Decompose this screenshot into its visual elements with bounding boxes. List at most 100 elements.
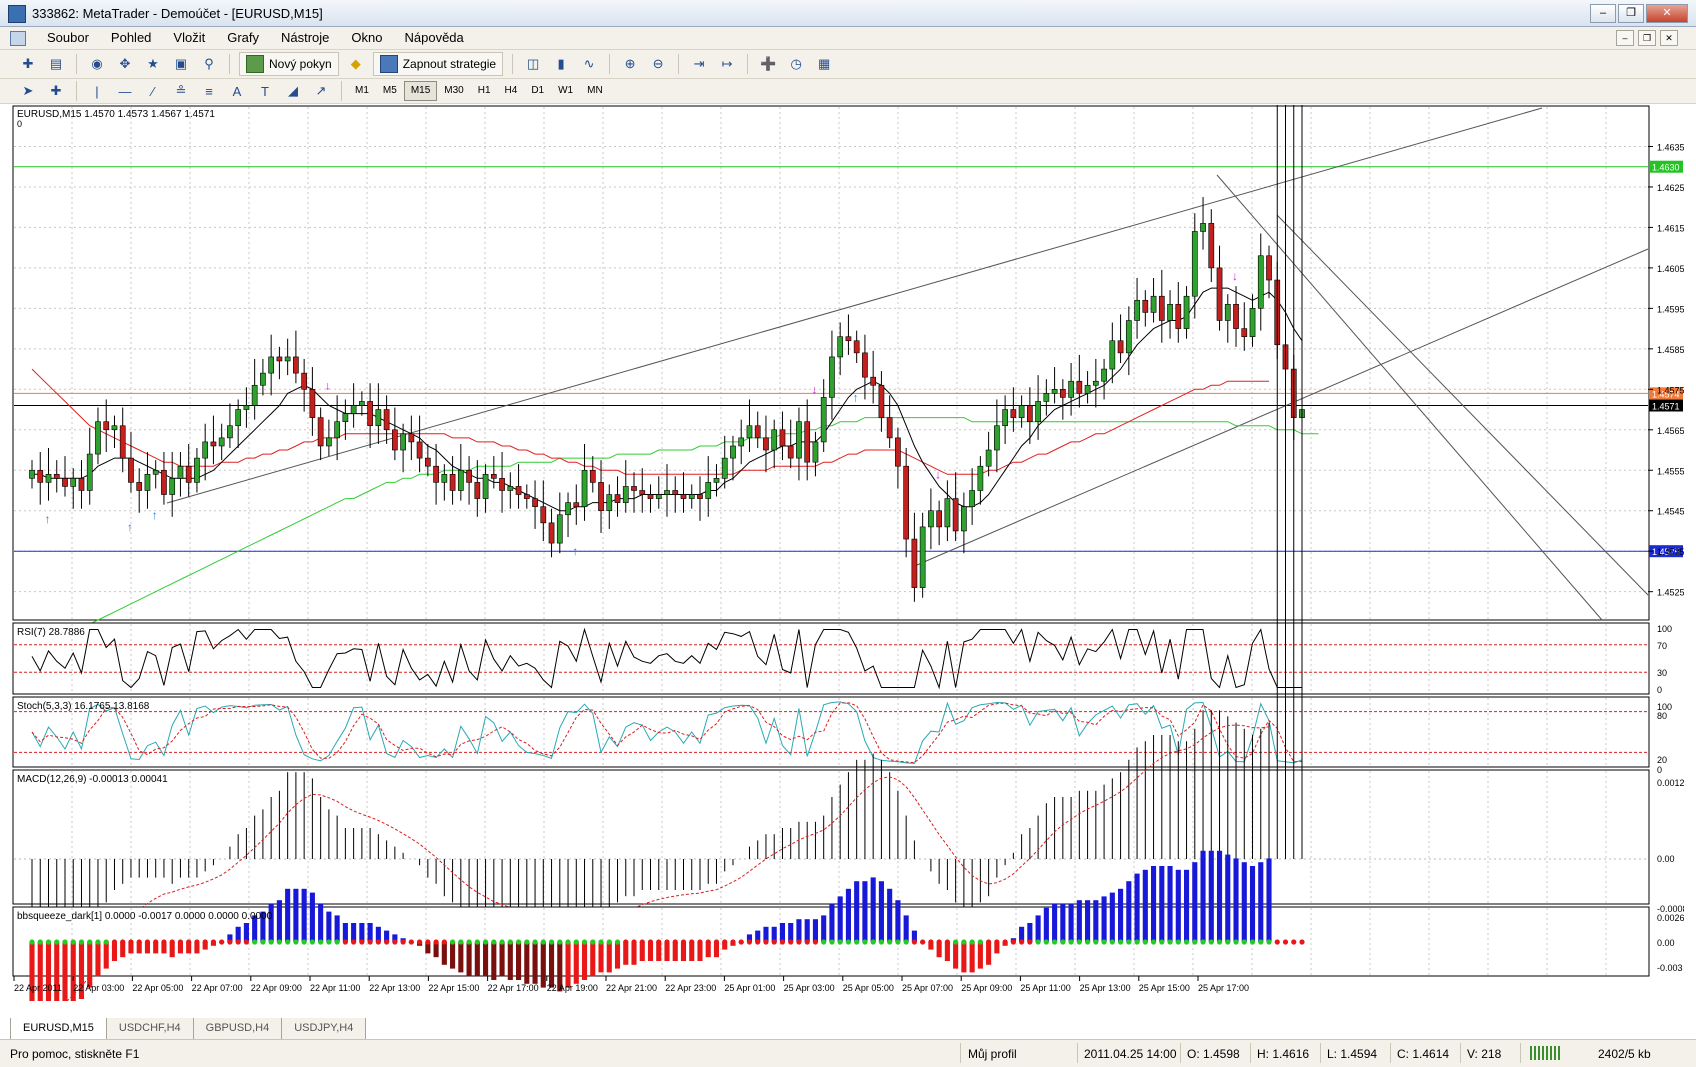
templates-icon[interactable]: ▦ xyxy=(813,53,835,75)
stochastic-panel[interactable]: Stoch(5,3,3) 16.1765 13.8168 100 80 20 0 xyxy=(12,696,1672,775)
squeeze-dot xyxy=(367,939,373,945)
gann-fan-icon[interactable]: ◢ xyxy=(282,80,304,102)
bear-candle xyxy=(754,425,761,439)
zoom-out-icon[interactable]: ⊖ xyxy=(647,53,669,75)
bull-candle xyxy=(29,469,35,479)
data-window-icon[interactable]: ★ xyxy=(142,53,164,75)
navigator-icon[interactable]: ✥ xyxy=(114,53,136,75)
equidistant-channel-icon[interactable]: ≗ xyxy=(170,80,192,102)
squeeze-bar-positive xyxy=(1192,862,1198,942)
menu-file[interactable]: Soubor xyxy=(36,30,100,46)
squeeze-dot xyxy=(227,939,233,945)
vertical-line-icon[interactable]: | xyxy=(86,80,108,102)
chart-close-button[interactable]: ✕ xyxy=(1660,30,1678,46)
squeeze-dot xyxy=(903,939,909,945)
tab-usdchf-h4[interactable]: USDCHF,H4 xyxy=(105,1018,194,1040)
bear-candle xyxy=(540,506,547,524)
bull-candle xyxy=(721,457,728,479)
squeeze-dot xyxy=(738,939,744,945)
price-tick-label: 1.4615 xyxy=(1657,223,1684,233)
indicators-icon[interactable]: ➕ xyxy=(757,53,779,75)
bull-candle xyxy=(177,465,184,479)
cursor-icon[interactable]: ➤ xyxy=(17,80,39,102)
expert-advisors-button[interactable]: Zapnout strategie xyxy=(372,52,504,76)
rsi-panel[interactable]: RSI(7) 28.7886 100 70 30 0 xyxy=(12,622,1672,695)
new-order-button[interactable]: Nový pokyn xyxy=(239,52,339,76)
periods-clock-icon[interactable]: ◷ xyxy=(785,53,807,75)
squeeze-dot xyxy=(351,939,357,945)
bar-chart-icon[interactable]: ◫ xyxy=(522,53,544,75)
minimize-button[interactable]: – xyxy=(1590,4,1616,23)
zoom-in-icon[interactable]: ⊕ xyxy=(619,53,641,75)
rsi-level-70: 70 xyxy=(1657,641,1667,651)
timeframe-m30[interactable]: M30 xyxy=(437,81,470,101)
squeeze-bar-negative xyxy=(62,942,68,1015)
line-chart-icon[interactable]: ∿ xyxy=(578,53,600,75)
tab-eurusd-m15[interactable]: EURUSD,M15 xyxy=(10,1018,107,1040)
time-tick-label: 22 Apr 11:00 xyxy=(310,983,360,993)
new-order-icon xyxy=(246,55,264,73)
price-panel[interactable]: 1.46301.45741.45711.4535 ↑↑↓↑↑↓↑↑↓↓ 1.46… xyxy=(12,105,1685,653)
squeeze-bar-positive xyxy=(804,919,810,942)
menu-tools[interactable]: Nástroje xyxy=(270,30,340,46)
menu-insert[interactable]: Vložit xyxy=(162,30,216,46)
price-tick-label: 1.4565 xyxy=(1657,426,1684,436)
squeeze-dot xyxy=(202,939,208,945)
squeeze-bar-positive xyxy=(788,923,794,942)
menu-window[interactable]: Okno xyxy=(340,30,393,46)
timeframe-m15[interactable]: M15 xyxy=(403,81,438,101)
new-chart-icon[interactable]: ✚ xyxy=(17,53,39,75)
squeeze-dot xyxy=(252,939,258,945)
menu-help[interactable]: Nápověda xyxy=(394,30,475,46)
timeframe-m5[interactable]: M5 xyxy=(376,81,404,101)
bear-candle xyxy=(161,469,167,495)
text-icon[interactable]: A xyxy=(226,80,248,102)
menu-charts[interactable]: Grafy xyxy=(216,30,270,46)
squeeze-dot xyxy=(614,939,621,945)
squeeze-dot xyxy=(1134,939,1140,945)
candlestick-chart-icon[interactable]: ▮ xyxy=(550,53,572,75)
bull-candle xyxy=(622,486,629,503)
chart-window-icon[interactable] xyxy=(10,31,26,46)
market-watch-icon[interactable]: ◉ xyxy=(86,53,108,75)
auto-scroll-icon[interactable]: ⇥ xyxy=(688,53,710,75)
chart-restore-button[interactable]: ❐ xyxy=(1638,30,1656,46)
status-profile[interactable]: Můj profil xyxy=(968,1047,1017,1061)
timeframe-h1[interactable]: H1 xyxy=(471,81,498,101)
menu-view[interactable]: Pohled xyxy=(100,30,162,46)
tab-gbpusd-h4[interactable]: GBPUSD,H4 xyxy=(192,1018,283,1040)
profiles-icon[interactable]: ▤ xyxy=(45,53,67,75)
horizontal-line-icon[interactable]: — xyxy=(114,80,136,102)
trendline-icon[interactable]: ∕ xyxy=(142,80,164,102)
timeframe-mn[interactable]: MN xyxy=(580,81,610,101)
bear-candle xyxy=(853,340,860,354)
squeeze-bar-negative xyxy=(672,942,678,961)
tab-usdjpy-h4[interactable]: USDJPY,H4 xyxy=(281,1018,367,1040)
bear-candle xyxy=(1142,299,1149,313)
chart-window[interactable]: 1.4630 1.4574 1.4571 1.4535 ↑ ↑ ↓ ↑ ↑ ↓ ↑ ↑ ↓ ↓ 1.46… xyxy=(12,105,1693,1041)
text-label-icon[interactable]: T xyxy=(254,80,276,102)
close-button[interactable]: ✕ xyxy=(1646,4,1688,23)
timeframe-h4[interactable]: H4 xyxy=(498,81,525,101)
arrows-icon[interactable]: ↗ xyxy=(310,80,332,102)
chart-minimize-button[interactable]: – xyxy=(1616,30,1634,46)
bull-candle xyxy=(713,478,720,483)
squeeze-bar-positive xyxy=(862,881,868,942)
restore-button[interactable]: ❐ xyxy=(1618,4,1644,23)
squeeze-dot xyxy=(656,939,662,945)
strategy-tester-icon[interactable]: ⚲ xyxy=(198,53,220,75)
timeframe-d1[interactable]: D1 xyxy=(524,81,551,101)
chart-canvas[interactable]: 1.46301.45741.45711.4535 ↑↑↓↑↑↓↑↑↓↓ 1.46… xyxy=(12,105,1693,1041)
chart-shift-icon[interactable]: ↦ xyxy=(716,53,738,75)
metaeditor-icon[interactable]: ◆ xyxy=(345,53,367,75)
timeframe-w1[interactable]: W1 xyxy=(551,81,580,101)
squeeze-dot xyxy=(1101,939,1107,945)
bull-candle xyxy=(977,465,984,491)
crosshair-icon[interactable]: ✚ xyxy=(45,80,67,102)
timeframe-m1[interactable]: M1 xyxy=(348,81,376,101)
squeeze-bar-negative xyxy=(466,942,472,977)
terminal-icon[interactable]: ▣ xyxy=(170,53,192,75)
squeeze-bar-positive xyxy=(1233,858,1239,942)
bear-candle xyxy=(1010,409,1017,418)
fibonacci-icon[interactable]: ≡ xyxy=(198,80,220,102)
